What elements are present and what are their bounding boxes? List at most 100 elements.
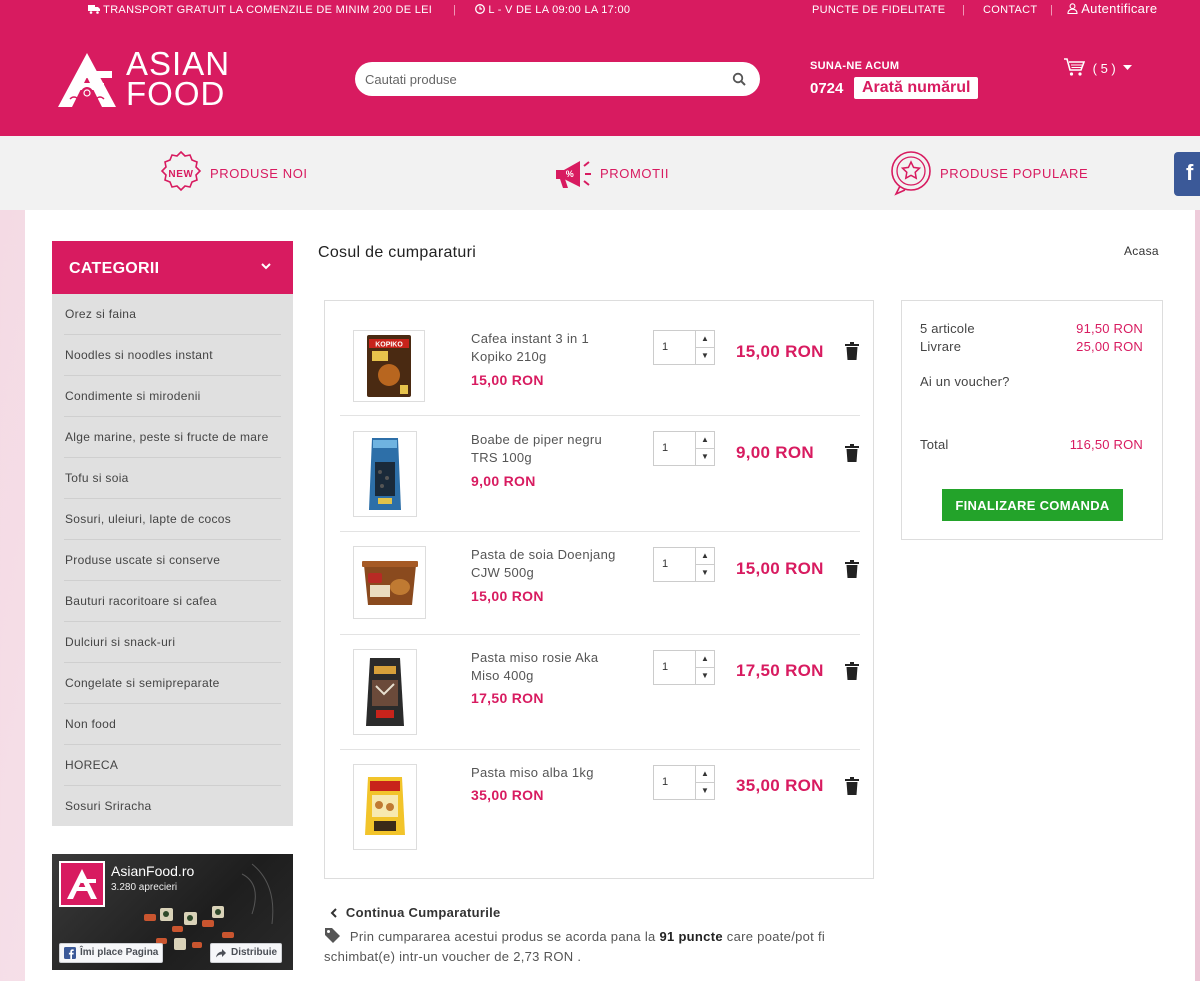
logo[interactable]: ASIAN FOOD — [56, 45, 256, 113]
breadcrumb-home[interactable]: Acasa — [1124, 244, 1159, 258]
category-item[interactable]: Noodles si noodles instant — [64, 335, 281, 376]
quantity-value[interactable]: 1 — [662, 776, 668, 788]
nav-new-products[interactable]: NEW PRODUSE NOI — [158, 150, 308, 196]
clock-icon — [475, 4, 485, 14]
continue-shopping-link[interactable]: Continua Cumparaturile — [330, 905, 501, 920]
cart-button[interactable]: ( 5 ) — [1063, 57, 1133, 77]
shipping-cost: 25,00 RON — [1076, 339, 1143, 354]
search-icon[interactable] — [732, 72, 746, 86]
nav-popular-label: PRODUSE POPULARE — [940, 165, 1089, 181]
quantity-stepper[interactable]: 1 ▲ ▼ — [653, 330, 715, 365]
quantity-stepper[interactable]: 1 ▲ ▼ — [653, 547, 715, 582]
product-price: 35,00 RON — [471, 787, 544, 803]
trash-icon[interactable] — [845, 560, 859, 578]
cart-row: Boabe de piper negru TRS 100g 9,00 RON 1… — [340, 416, 860, 532]
product-name[interactable]: Pasta miso rosie Aka Miso 400g — [471, 649, 621, 685]
fb-page-likes: 3.280 aprecieri — [111, 882, 178, 893]
quantity-up-button[interactable]: ▲ — [695, 331, 714, 348]
product-price: 15,00 RON — [471, 372, 544, 388]
category-item[interactable]: Tofu si soia — [64, 458, 281, 499]
line-total: 9,00 RON — [736, 443, 814, 462]
truck-icon — [88, 5, 100, 14]
nav-new-label: PRODUSE NOI — [210, 165, 308, 181]
contact-link[interactable]: CONTACT — [983, 4, 1037, 16]
categories-header[interactable]: CATEGORII — [52, 241, 293, 294]
nav-promotions[interactable]: % PROMOTII — [548, 150, 669, 196]
category-item[interactable]: Bauturi racoritoare si cafea — [64, 581, 281, 622]
category-item[interactable]: Produse uscate si conserve — [64, 540, 281, 581]
checkout-button[interactable]: FINALIZARE COMANDA — [942, 489, 1123, 521]
quantity-down-button[interactable]: ▼ — [695, 449, 714, 466]
quantity-down-button[interactable]: ▼ — [695, 783, 714, 800]
quantity-down-button[interactable]: ▼ — [695, 565, 714, 582]
quantity-value[interactable]: 1 — [662, 661, 668, 673]
quantity-value[interactable]: 1 — [662, 442, 668, 454]
tag-icon — [325, 928, 340, 943]
loyalty-link[interactable]: PUNCTE DE FIDELITATE — [812, 4, 945, 16]
quantity-up-button[interactable]: ▲ — [695, 651, 714, 668]
product-name[interactable]: Boabe de piper negru TRS 100g — [471, 431, 621, 467]
category-item[interactable]: Orez si faina — [64, 294, 281, 335]
call-box: SUNA-NE ACUM 0724 Arată numărul — [810, 60, 979, 99]
product-name[interactable]: Pasta miso alba 1kg — [471, 764, 621, 782]
new-badge-icon: NEW — [160, 150, 202, 192]
category-item[interactable]: Alge marine, peste si fructe de mare — [64, 417, 281, 458]
caret-down-icon — [1123, 65, 1133, 70]
cart-icon — [1064, 58, 1086, 76]
divider: | — [1050, 4, 1054, 16]
trash-icon[interactable] — [845, 444, 859, 462]
phone-prefix: 0724 — [810, 80, 844, 97]
search-bar — [355, 62, 760, 96]
search-input[interactable] — [365, 69, 725, 89]
quantity-down-button[interactable]: ▼ — [695, 348, 714, 365]
category-item[interactable]: Dulciuri si snack-uri — [64, 622, 281, 663]
category-item[interactable]: Congelate si semipreparate — [64, 663, 281, 704]
fb-page-logo — [59, 861, 105, 907]
chevron-left-icon — [330, 908, 337, 918]
megaphone-icon: % — [556, 161, 591, 188]
quantity-stepper[interactable]: 1 ▲ ▼ — [653, 431, 715, 466]
product-image[interactable] — [353, 649, 417, 735]
white-miso-pack-image — [365, 777, 405, 835]
category-item[interactable]: Non food — [64, 704, 281, 745]
trash-icon[interactable] — [845, 777, 859, 795]
facebook-side-button[interactable]: f — [1174, 152, 1200, 196]
category-item[interactable]: Condimente si mirodenii — [64, 376, 281, 417]
category-item[interactable]: Sosuri Sriracha — [64, 786, 281, 826]
fb-share-button[interactable]: Distribuie — [210, 943, 283, 963]
show-number-button[interactable]: Arată numărul — [854, 77, 979, 99]
line-total: 35,00 RON — [736, 776, 824, 795]
product-name[interactable]: Pasta de soia Doenjang CJW 500g — [471, 546, 621, 582]
quantity-stepper[interactable]: 1 ▲ ▼ — [653, 650, 715, 685]
divider: | — [962, 4, 966, 16]
quantity-stepper[interactable]: 1 ▲ ▼ — [653, 765, 715, 800]
product-image[interactable] — [353, 764, 417, 850]
product-name[interactable]: Cafea instant 3 in 1 Kopiko 210g — [471, 330, 621, 366]
category-item[interactable]: Sosuri, uleiuri, lapte de cocos — [64, 499, 281, 540]
order-total: 116,50 RON — [1069, 437, 1143, 452]
nav-popular[interactable]: PRODUSE POPULARE — [888, 150, 1088, 196]
product-image[interactable] — [353, 546, 426, 619]
page-title: Cosul de cumparaturi — [318, 244, 477, 261]
product-image[interactable] — [353, 431, 417, 517]
login-link[interactable]: Autentificare — [1067, 1, 1157, 16]
quantity-up-button[interactable]: ▲ — [695, 432, 714, 449]
trash-icon[interactable] — [845, 342, 859, 360]
category-item[interactable]: HORECA — [64, 745, 281, 786]
quantity-up-button[interactable]: ▲ — [695, 548, 714, 565]
quantity-down-button[interactable]: ▼ — [695, 668, 714, 685]
fb-like-button[interactable]: Îmi place Pagina — [59, 943, 164, 963]
fb-page-name[interactable]: AsianFood.ro — [111, 863, 194, 879]
trash-icon[interactable] — [845, 662, 859, 680]
share-icon — [216, 949, 226, 958]
logo-text: ASIAN FOOD — [126, 45, 231, 112]
quantity-up-button[interactable]: ▲ — [695, 766, 714, 783]
quantity-value[interactable]: 1 — [662, 558, 668, 570]
product-image[interactable]: KOPIKO — [353, 330, 425, 402]
order-summary: 5 articole 91,50 RON Livrare 25,00 RON A… — [901, 300, 1163, 540]
facebook-page-widget[interactable]: AsianFood.ro 3.280 aprecieri Îmi place P… — [52, 854, 293, 970]
product-price: 15,00 RON — [471, 588, 544, 604]
voucher-link[interactable]: Ai un voucher? — [920, 374, 1010, 389]
miso-pack-image — [366, 658, 404, 726]
quantity-value[interactable]: 1 — [662, 341, 668, 353]
